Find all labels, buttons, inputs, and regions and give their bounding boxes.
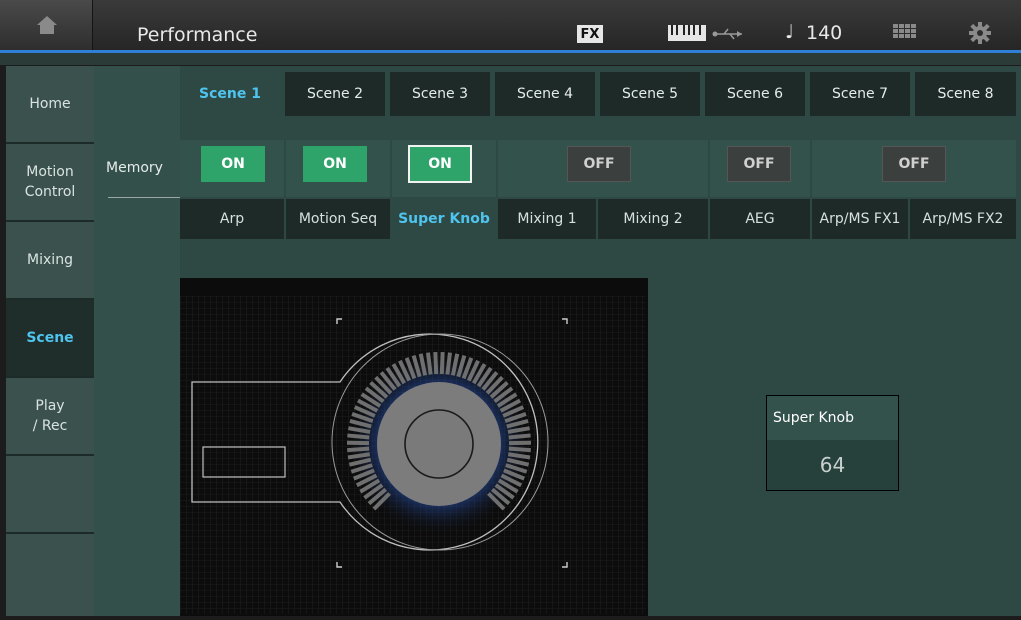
knob-tick: [347, 449, 369, 450]
sidebar-item-home[interactable]: Home: [6, 66, 94, 144]
tab-label: Scene 6: [727, 86, 783, 102]
toggle-label: ON: [221, 156, 245, 172]
tab-scene-8[interactable]: Scene 8: [915, 72, 1016, 116]
memory-arp-toggle[interactable]: ON: [201, 146, 265, 182]
tab-label: Mixing 2: [623, 211, 682, 227]
tab-label: Scene 2: [307, 86, 363, 102]
tab-scene-5[interactable]: Scene 5: [600, 72, 700, 116]
tab-scene-6[interactable]: Scene 6: [705, 72, 805, 116]
tab-label: Scene 1: [199, 86, 261, 102]
tab-mixing-2[interactable]: Mixing 2: [598, 199, 708, 239]
memory-label: Memory: [106, 160, 163, 176]
tab-label: Scene 7: [832, 86, 888, 102]
knob-tick: [509, 435, 531, 437]
sidebar-item-motion-control[interactable]: Motion Control: [6, 144, 94, 222]
tab-label: Scene 4: [517, 86, 573, 102]
tab-label: Arp: [220, 211, 244, 227]
sidebar-item-label: Home: [29, 94, 70, 114]
memory-divider: [108, 197, 180, 198]
tab-label: Scene 3: [412, 86, 468, 102]
tab-arp-ms-fx1[interactable]: Arp/MS FX1: [812, 199, 908, 239]
fx-badge[interactable]: FX: [577, 25, 603, 43]
memory-aeg-toggle[interactable]: OFF: [727, 146, 791, 182]
toggle-label: OFF: [898, 156, 929, 172]
tab-scene-2[interactable]: Scene 2: [285, 72, 385, 116]
sidebar-item-play-rec[interactable]: Play / Rec: [6, 378, 94, 456]
gear-icon[interactable]: [969, 22, 991, 44]
sidebar-item-label: Motion Control: [25, 162, 76, 202]
memory-column: [94, 66, 180, 616]
sidebar-item-label: Scene: [26, 328, 73, 348]
tab-label: Arp/MS FX1: [820, 211, 901, 227]
usb-icon: [712, 27, 744, 41]
super-knob-value-box[interactable]: Super Knob 64: [766, 395, 899, 491]
tab-super-knob[interactable]: Super Knob: [392, 199, 496, 239]
sidebar-item-empty: [6, 456, 94, 534]
super-knob-graphic: [180, 278, 648, 616]
tab-scene-3[interactable]: Scene 3: [390, 72, 490, 116]
memory-arp-ms-fx-toggle[interactable]: OFF: [882, 146, 946, 182]
memory-motion-seq-toggle[interactable]: ON: [303, 146, 367, 182]
toggle-label: OFF: [743, 156, 774, 172]
knob-tick: [447, 353, 450, 375]
tab-aeg[interactable]: AEG: [710, 199, 810, 239]
home-icon: [36, 14, 58, 36]
tab-label: Mixing 1: [517, 211, 576, 227]
keyboard-icon: [668, 23, 708, 43]
tab-scene-4[interactable]: Scene 4: [495, 72, 595, 116]
sidebar-item-empty: [6, 534, 94, 616]
tab-arp-ms-fx2[interactable]: Arp/MS FX2: [910, 199, 1016, 239]
grid-icon[interactable]: [893, 24, 917, 42]
super-knob-label: Super Knob: [767, 396, 898, 440]
tab-label: Arp/MS FX2: [923, 211, 1004, 227]
sidebar-item-label: Mixing: [27, 250, 73, 270]
tab-label: AEG: [745, 211, 774, 227]
home-button[interactable]: [0, 0, 93, 50]
tempo-value[interactable]: 140: [806, 22, 842, 44]
memory-mixing-toggle[interactable]: OFF: [567, 146, 631, 182]
super-knob-value[interactable]: 64: [767, 440, 898, 490]
top-bar: Performance FX ♩ 140: [0, 0, 1021, 50]
sidebar-item-scene[interactable]: Scene: [6, 300, 94, 378]
knob-tick: [347, 435, 369, 437]
page-title: Performance: [137, 24, 257, 46]
super-knob-illustration: [180, 278, 648, 616]
tab-scene-7[interactable]: Scene 7: [810, 72, 910, 116]
tab-mixing-1[interactable]: Mixing 1: [498, 199, 596, 239]
knob-tick: [428, 353, 431, 375]
knob-tick: [435, 352, 436, 374]
toggle-label: OFF: [583, 156, 614, 172]
note-icon: ♩: [785, 21, 794, 43]
toggle-label: ON: [323, 156, 347, 172]
tab-arp[interactable]: Arp: [180, 199, 284, 239]
header-shadow: [0, 53, 1021, 65]
knob-tick: [509, 449, 531, 450]
tab-label: Scene 5: [622, 86, 678, 102]
tab-label: Scene 8: [937, 86, 993, 102]
tab-label: Motion Seq: [299, 211, 377, 227]
fx-label: FX: [581, 27, 600, 42]
tab-label: Super Knob: [398, 211, 490, 227]
sidebar-item-mixing[interactable]: Mixing: [6, 222, 94, 300]
tab-motion-seq[interactable]: Motion Seq: [286, 199, 390, 239]
tab-scene-1[interactable]: Scene 1: [180, 72, 280, 116]
toggle-label: ON: [428, 156, 452, 172]
knob-tick: [442, 352, 443, 374]
sidebar-item-label: Play / Rec: [33, 396, 68, 436]
memory-super-knob-toggle[interactable]: ON: [408, 145, 472, 183]
